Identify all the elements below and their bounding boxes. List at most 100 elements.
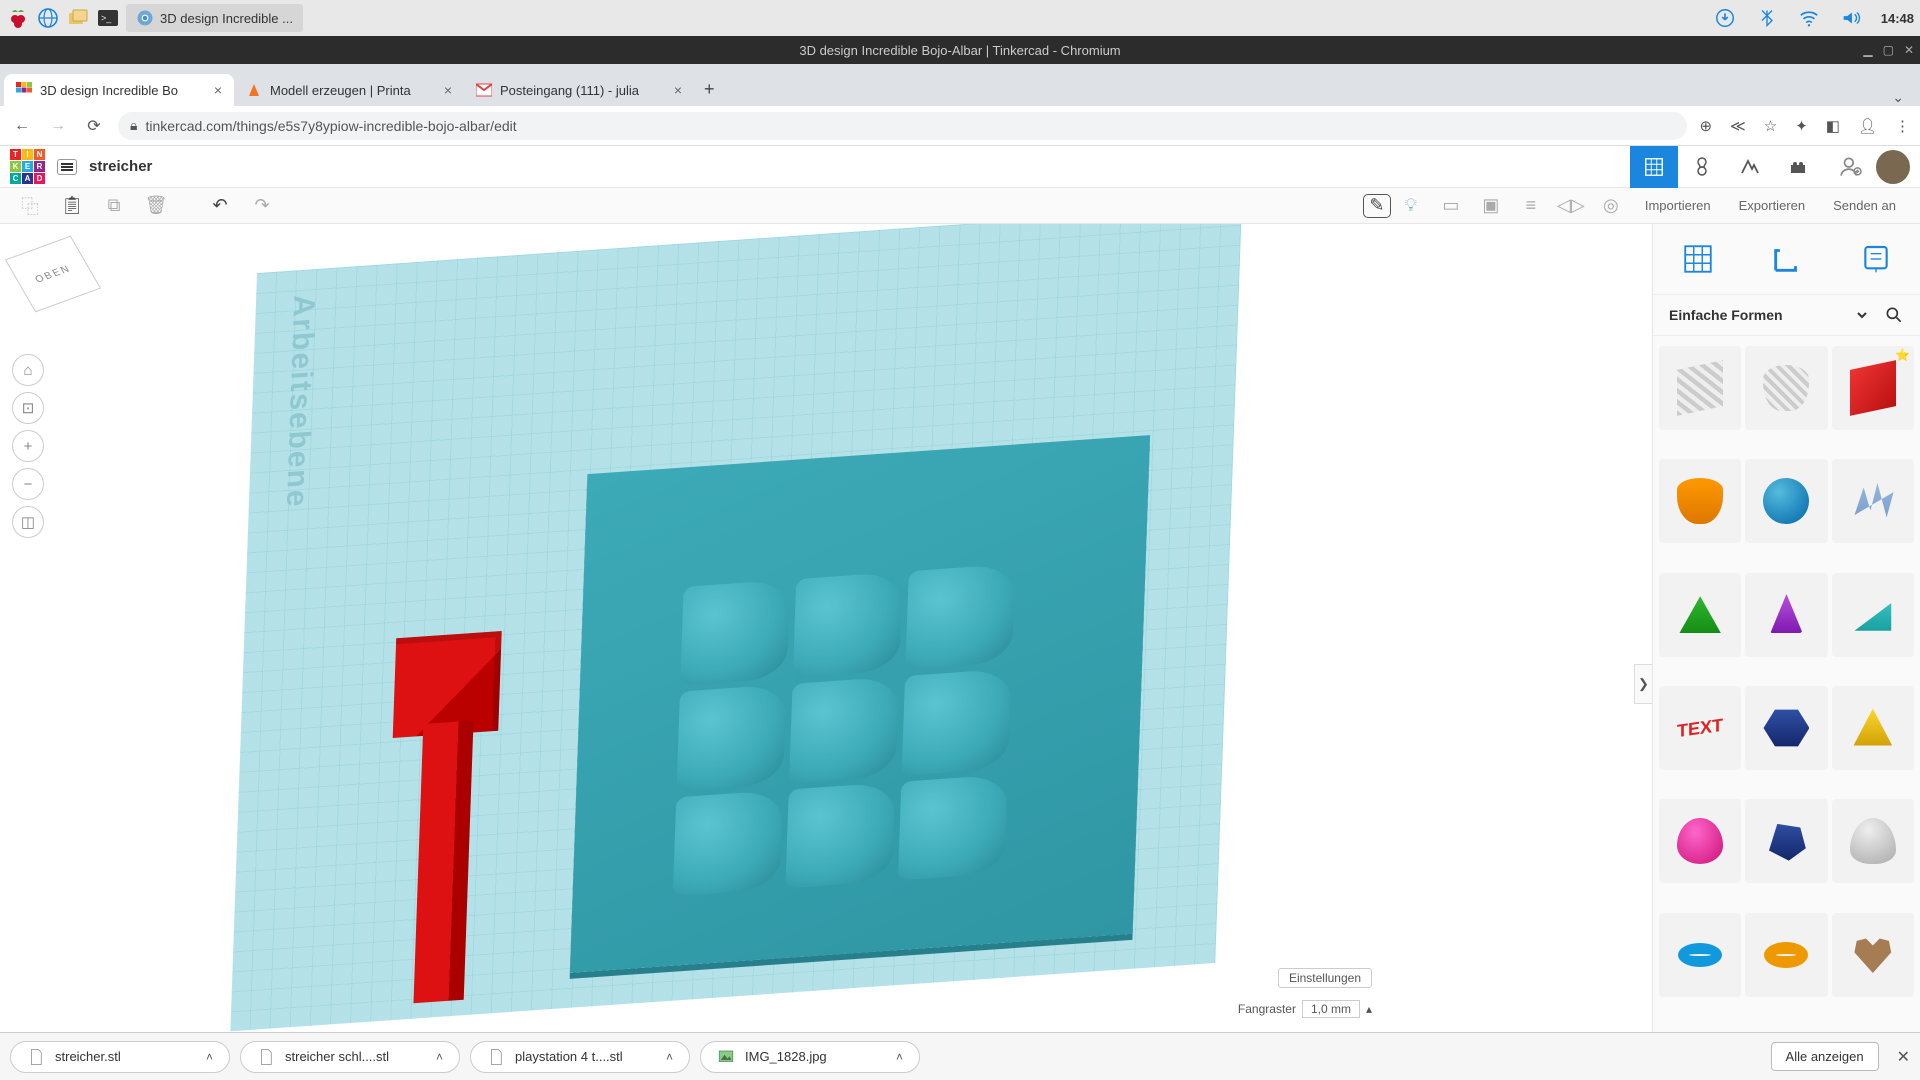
- shape-half-sphere[interactable]: [1832, 799, 1914, 883]
- sound-icon[interactable]: [1839, 6, 1863, 30]
- send-to-button[interactable]: Senden an: [1819, 188, 1910, 224]
- delete-button[interactable]: 🗑︎: [136, 191, 176, 221]
- window-maximize-icon[interactable]: ▢: [1883, 43, 1894, 57]
- workplane-tool-icon[interactable]: [1681, 242, 1715, 276]
- shape-pyramid[interactable]: [1832, 686, 1914, 770]
- chevron-up-icon[interactable]: ˄: [206, 1050, 213, 1064]
- files-icon[interactable]: [66, 6, 90, 30]
- avatar[interactable]: [1876, 150, 1910, 184]
- tab-overflow-icon[interactable]: ⌄: [1880, 89, 1916, 106]
- clock[interactable]: 14:48: [1881, 11, 1914, 26]
- raspberry-icon[interactable]: [6, 6, 30, 30]
- bookmark-icon[interactable]: ☆: [1764, 117, 1777, 135]
- visibility-toggle[interactable]: 💡︎: [1391, 191, 1431, 221]
- import-button[interactable]: Importieren: [1631, 188, 1725, 224]
- forward-button[interactable]: →: [46, 114, 70, 138]
- shape-hexagon[interactable]: [1745, 686, 1827, 770]
- shape-category-select[interactable]: Einfache Formen: [1665, 306, 1870, 324]
- notes-toggle[interactable]: ✎: [1363, 194, 1391, 218]
- tab-bricks[interactable]: [1774, 146, 1822, 188]
- view-cube[interactable]: OBEN: [5, 236, 101, 313]
- shape-box-hole[interactable]: [1659, 346, 1741, 430]
- download-item[interactable]: playstation 4 t....stl ˄: [470, 1041, 690, 1073]
- paste-button[interactable]: 📋︎: [52, 191, 92, 221]
- shape-paraboloid[interactable]: [1659, 799, 1741, 883]
- share-icon[interactable]: ≪: [1730, 117, 1746, 135]
- terminal-icon[interactable]: >_: [96, 6, 120, 30]
- undo-button[interactable]: ↶: [200, 191, 240, 221]
- menu-icon[interactable]: ⋮: [1895, 117, 1910, 135]
- download-item[interactable]: streicher schl....stl ˄: [240, 1041, 460, 1073]
- shape-cone[interactable]: [1745, 573, 1827, 657]
- mirror-button[interactable]: ◁▷: [1551, 191, 1591, 221]
- shape-wedge[interactable]: [1832, 573, 1914, 657]
- new-tab-button[interactable]: +: [694, 73, 725, 106]
- tab-3d-design[interactable]: [1630, 146, 1678, 188]
- zoom-out-button[interactable]: −: [12, 468, 44, 500]
- group-button[interactable]: ▭: [1431, 191, 1471, 221]
- browser-tab-active[interactable]: 3D design Incredible Bo ×: [4, 74, 234, 106]
- chevron-up-icon[interactable]: ˄: [666, 1050, 673, 1064]
- panel-collapse-toggle[interactable]: ❯: [1634, 664, 1652, 704]
- close-shelf-icon[interactable]: ✕: [1897, 1047, 1910, 1067]
- cruise-button[interactable]: ◎: [1591, 191, 1631, 221]
- hamburger-icon[interactable]: [57, 159, 77, 175]
- download-item[interactable]: IMG_1828.jpg ˄: [700, 1041, 920, 1073]
- address-bar[interactable]: 🔒︎ tinkercad.com/things/e5s7y8ypiow-incr…: [118, 112, 1687, 140]
- shape-text[interactable]: TEXT: [1659, 686, 1741, 770]
- shape-polygon[interactable]: [1745, 799, 1827, 883]
- export-button[interactable]: Exportieren: [1725, 188, 1819, 224]
- window-close-icon[interactable]: ✕: [1904, 43, 1914, 57]
- align-button[interactable]: ≡: [1511, 191, 1551, 221]
- grid-settings-button[interactable]: Einstellungen: [1278, 968, 1372, 988]
- search-icon[interactable]: [1880, 301, 1908, 329]
- tab-simlab[interactable]: [1678, 146, 1726, 188]
- taskbar-app-chromium[interactable]: 3D design Incredible ...: [126, 4, 303, 32]
- ungroup-button[interactable]: ▣: [1471, 191, 1511, 221]
- chevron-up-icon[interactable]: ˄: [436, 1050, 443, 1064]
- redo-button[interactable]: ↷: [242, 191, 282, 221]
- tab-close-icon[interactable]: ×: [214, 82, 222, 98]
- model-hammer[interactable]: [373, 630, 517, 1008]
- bluetooth-icon[interactable]: [1755, 6, 1779, 30]
- reload-button[interactable]: ⟳: [82, 114, 106, 138]
- shape-roof[interactable]: [1659, 573, 1741, 657]
- download-tray-icon[interactable]: [1713, 6, 1737, 30]
- notes-tool-icon[interactable]: [1860, 243, 1892, 275]
- tab-minecraft[interactable]: [1726, 146, 1774, 188]
- shape-tube[interactable]: [1745, 913, 1827, 997]
- project-name[interactable]: streicher: [89, 158, 152, 175]
- shape-cylinder-hole[interactable]: [1745, 346, 1827, 430]
- zoom-in-button[interactable]: +: [12, 430, 44, 462]
- install-app-icon[interactable]: ⊕: [1699, 117, 1712, 135]
- back-button[interactable]: ←: [10, 114, 34, 138]
- home-view-button[interactable]: ⌂: [12, 354, 44, 386]
- model-plate[interactable]: [570, 435, 1150, 973]
- fit-view-button[interactable]: ⊡: [12, 392, 44, 424]
- profile-icon[interactable]: 👤︎: [1858, 117, 1877, 135]
- shape-cylinder[interactable]: [1659, 459, 1741, 543]
- window-minimize-icon[interactable]: ▁: [1863, 43, 1872, 57]
- browser-tab[interactable]: Posteingang (111) - julia ×: [464, 74, 694, 106]
- tinkercad-logo[interactable]: TIN KER CAD: [10, 149, 45, 184]
- chevron-up-icon[interactable]: ▴: [1366, 1002, 1372, 1016]
- ruler-tool-icon[interactable]: [1770, 242, 1804, 276]
- chevron-up-icon[interactable]: ˄: [896, 1050, 903, 1064]
- globe-icon[interactable]: [36, 6, 60, 30]
- extensions-icon[interactable]: ✦: [1795, 117, 1808, 135]
- copy-button[interactable]: ⿻: [10, 191, 50, 221]
- browser-tab[interactable]: Modell erzeugen | Printa ×: [234, 74, 464, 106]
- canvas-3d[interactable]: Arbeitsebene OBEN ⌂ ⊡ + − ◫ Einstellunge…: [0, 224, 1652, 1032]
- shape-sphere[interactable]: [1745, 459, 1827, 543]
- side-panel-icon[interactable]: ◧: [1826, 117, 1840, 135]
- tab-close-icon[interactable]: ×: [444, 82, 452, 98]
- shape-heart[interactable]: [1832, 913, 1914, 997]
- download-item[interactable]: streicher.stl ˄: [10, 1041, 230, 1073]
- ortho-toggle-button[interactable]: ◫: [12, 506, 44, 538]
- shape-box[interactable]: ⭐: [1832, 346, 1914, 430]
- shape-scribble[interactable]: [1832, 459, 1914, 543]
- duplicate-button[interactable]: ⧉: [94, 191, 134, 221]
- snap-value[interactable]: 1,0 mm: [1302, 1000, 1360, 1018]
- show-all-downloads-button[interactable]: Alle anzeigen: [1771, 1042, 1879, 1071]
- wifi-icon[interactable]: [1797, 6, 1821, 30]
